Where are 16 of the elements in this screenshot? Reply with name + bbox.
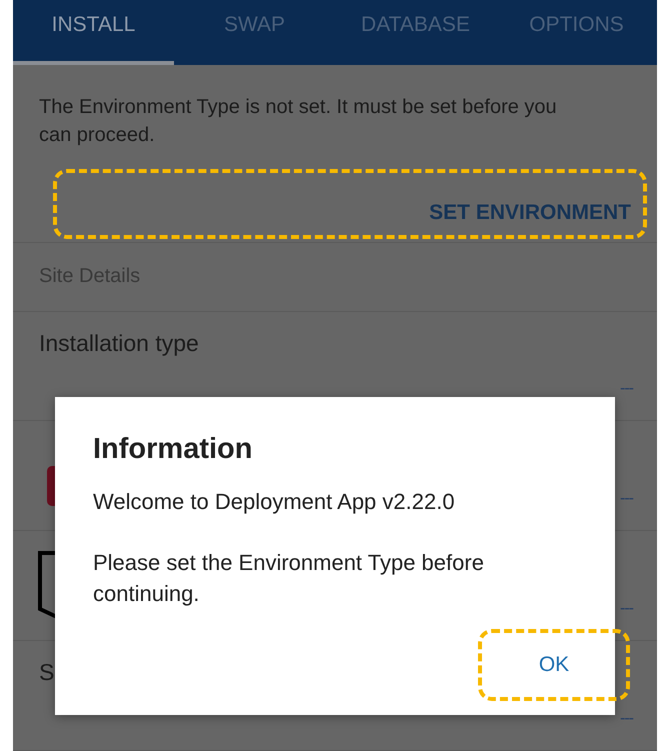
field-value: ---: [620, 380, 633, 398]
dialog-title: Information: [93, 433, 254, 466]
field-value: ---: [620, 710, 633, 728]
set-environment-button[interactable]: SET ENVIRONMENT: [429, 195, 631, 231]
field-label: S: [39, 659, 54, 686]
dialog-message: Welcome to Deployment App v2.22.0: [93, 488, 456, 516]
tab[interactable]: DATABASE: [335, 0, 496, 65]
field-value: ---: [620, 600, 633, 618]
tab[interactable]: INSTALL: [13, 0, 174, 65]
dialog-message: Please set the Environment Type before continuing.: [93, 549, 485, 608]
field-value: ---: [620, 490, 633, 508]
ok-button[interactable]: OK: [526, 645, 582, 685]
tab[interactable]: OPTIONS: [496, 0, 657, 65]
tab[interactable]: SWAP: [174, 0, 335, 65]
field-label: Installation type: [39, 330, 199, 356]
notice-message: The Environment Type is not set. It must be set before you can proceed.: [39, 95, 558, 148]
